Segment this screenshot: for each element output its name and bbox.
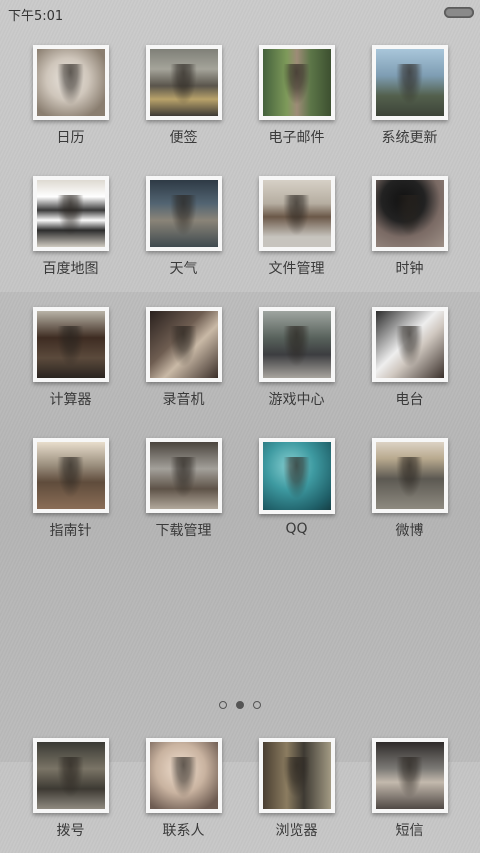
app-qq[interactable]: QQ: [240, 438, 353, 540]
dock-app-phone[interactable]: 拨号: [14, 738, 127, 840]
radio-icon: [371, 307, 448, 382]
app-label: 录音机: [162, 392, 205, 408]
calendar-icon: [32, 45, 109, 120]
app-radio[interactable]: 电台: [353, 307, 466, 409]
page-dot-2-active[interactable]: [236, 701, 244, 709]
app-label: 联系人: [162, 823, 205, 839]
app-recorder[interactable]: 录音机: [127, 307, 240, 409]
app-label: 百度地图: [42, 261, 99, 277]
app-weather[interactable]: 天气: [127, 176, 240, 278]
status-time: 下午5:01: [8, 9, 64, 24]
app-game-center[interactable]: 游戏中心: [240, 307, 353, 409]
game-center-icon: [258, 307, 335, 382]
app-label: QQ: [285, 521, 308, 537]
dock-app-contacts[interactable]: 联系人: [127, 738, 240, 840]
page-indicator[interactable]: [0, 701, 480, 713]
app-notes[interactable]: 便签: [127, 45, 240, 147]
weibo-icon: [371, 438, 448, 513]
recorder-icon: [145, 307, 222, 382]
app-label: 电子邮件: [268, 130, 325, 146]
email-icon: [258, 45, 335, 120]
app-compass[interactable]: 指南针: [14, 438, 127, 540]
page-dot-3[interactable]: [253, 701, 261, 709]
app-system-update[interactable]: 系统更新: [353, 45, 466, 147]
app-label: 微博: [395, 523, 424, 539]
contacts-icon: [145, 738, 222, 813]
app-calendar[interactable]: 日历: [14, 45, 127, 147]
page-dot-1[interactable]: [219, 701, 227, 709]
dock-app-sms[interactable]: 短信: [353, 738, 466, 840]
sms-icon: [371, 738, 448, 813]
calculator-icon: [32, 307, 109, 382]
battery-icon: [444, 7, 474, 18]
app-email[interactable]: 电子邮件: [240, 45, 353, 147]
app-map[interactable]: 百度地图: [14, 176, 127, 278]
app-label: 电台: [395, 392, 424, 408]
app-label: 时钟: [395, 261, 424, 277]
map-icon: [32, 176, 109, 251]
app-download-manager[interactable]: 下载管理: [127, 438, 240, 540]
app-grid: 日历 便签 电子邮件 系统更新 百度地图 天气 文件管理 时钟 计算器 录音机 …: [0, 45, 480, 540]
file-manager-icon: [258, 176, 335, 251]
app-label: 浏览器: [275, 823, 318, 839]
app-weibo[interactable]: 微博: [353, 438, 466, 540]
download-manager-icon: [145, 438, 222, 513]
app-label: 天气: [169, 261, 198, 277]
weather-icon: [145, 176, 222, 251]
app-label: 日历: [56, 130, 85, 146]
app-calculator[interactable]: 计算器: [14, 307, 127, 409]
qq-icon: [258, 438, 335, 514]
notes-icon: [145, 45, 222, 120]
browser-icon: [258, 738, 335, 813]
app-label: 游戏中心: [268, 392, 325, 408]
status-bar: 下午5:01: [0, 0, 480, 26]
dock: 拨号 联系人 浏览器 短信: [0, 738, 480, 840]
app-label: 短信: [395, 823, 424, 839]
app-label: 指南针: [49, 523, 92, 539]
phone-icon: [32, 738, 109, 813]
app-file-manager[interactable]: 文件管理: [240, 176, 353, 278]
dock-app-browser[interactable]: 浏览器: [240, 738, 353, 840]
app-clock[interactable]: 时钟: [353, 176, 466, 278]
app-label: 计算器: [49, 392, 92, 408]
system-update-icon: [371, 45, 448, 120]
compass-icon: [32, 438, 109, 513]
app-label: 便签: [169, 130, 198, 146]
clock-icon: [371, 176, 448, 251]
app-label: 系统更新: [381, 130, 438, 146]
app-label: 下载管理: [155, 523, 212, 539]
app-label: 文件管理: [268, 261, 325, 277]
app-label: 拨号: [56, 823, 85, 839]
